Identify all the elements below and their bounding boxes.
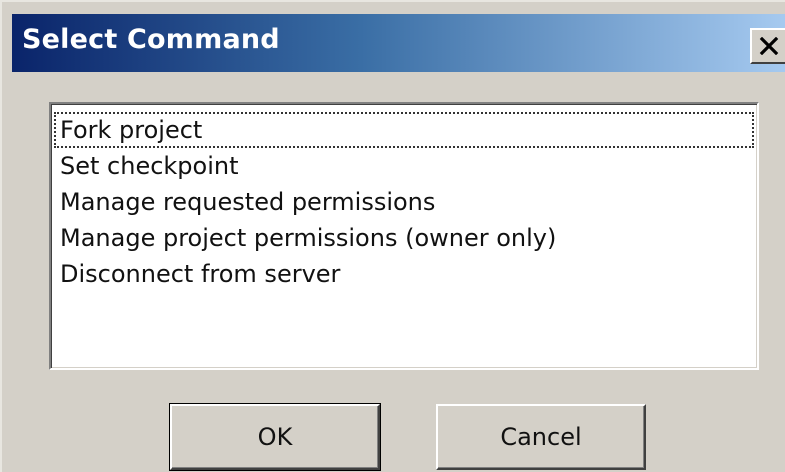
list-item-disconnect-from-server[interactable]: Disconnect from server <box>54 256 754 292</box>
title-bar[interactable]: Select Command <box>12 14 785 72</box>
list-item-manage-requested-permissions[interactable]: Manage requested permissions <box>54 184 754 220</box>
list-item-manage-project-permissions[interactable]: Manage project permissions (owner only) <box>54 220 754 256</box>
close-button[interactable] <box>750 28 785 64</box>
ok-button[interactable]: OK <box>169 403 381 471</box>
cancel-button[interactable]: Cancel <box>436 404 646 470</box>
command-listbox[interactable]: Fork project Set checkpoint Manage reque… <box>49 102 759 370</box>
command-list: Fork project Set checkpoint Manage reque… <box>54 112 754 292</box>
close-icon <box>759 37 779 55</box>
select-command-dialog: Select Command Fork project Set checkpoi… <box>0 0 785 472</box>
list-item-set-checkpoint[interactable]: Set checkpoint <box>54 148 754 184</box>
list-item-fork-project[interactable]: Fork project <box>54 112 754 148</box>
dialog-title: Select Command <box>22 24 280 55</box>
